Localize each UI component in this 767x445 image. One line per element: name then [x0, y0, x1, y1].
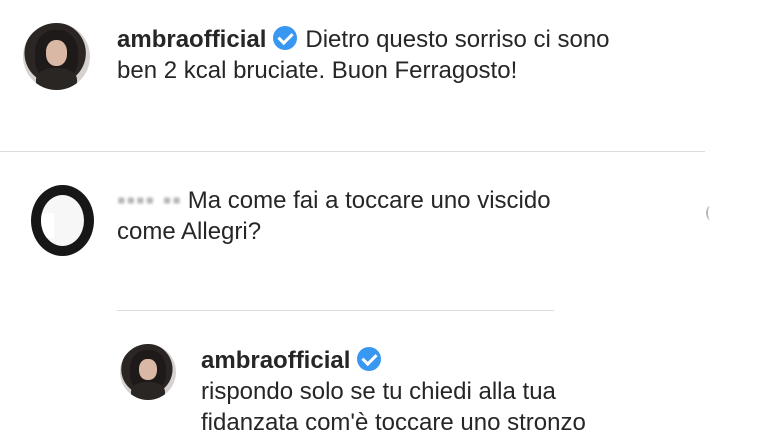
comment-text-line-1: rispondo solo se tu chiedi alla tua — [201, 378, 556, 405]
comment-text-line-1: Ma come fai a toccare uno viscido — [187, 187, 551, 214]
comment-text-line-2: fidanzata com'è toccare uno stronzo — [201, 409, 586, 436]
comment-text-line-2: ben 2 kcal bruciate. Buon Ferragosto! — [117, 57, 518, 84]
chevron-right-icon[interactable] — [706, 206, 715, 220]
comment-body: ambraofficial Dietro questo sorriso ci so… — [117, 24, 610, 86]
comment-text-line-2: come Allegri? — [117, 218, 262, 245]
blurred-user-avatar[interactable] — [31, 185, 94, 256]
avatar-face-shape — [45, 40, 68, 66]
verified-badge-icon — [273, 26, 298, 50]
avatar-shoulders-shape — [36, 67, 77, 90]
comment-divider — [0, 151, 705, 152]
ambraofficial-avatar[interactable] — [23, 23, 90, 90]
blurred-username[interactable]: ▪▪▪▪ ▪▪ — [117, 187, 182, 214]
reply-divider — [117, 310, 554, 311]
comment-username[interactable]: ambraofficial — [117, 26, 266, 53]
avatar-shoulders-shape — [131, 381, 165, 400]
avatar-face-shape — [139, 358, 157, 380]
comment-username[interactable]: ambraofficial — [201, 347, 350, 374]
comment-body: ▪▪▪▪ ▪▪ Ma come fai a toccare uno viscido… — [117, 185, 551, 247]
comment-text-line-1: Dietro questo sorriso ci sono — [305, 26, 610, 53]
comment-body: ambraofficial rispondo solo se tu chiedi… — [201, 345, 586, 438]
ambraofficial-reply-avatar[interactable] — [120, 344, 176, 400]
verified-badge-icon — [357, 347, 382, 371]
